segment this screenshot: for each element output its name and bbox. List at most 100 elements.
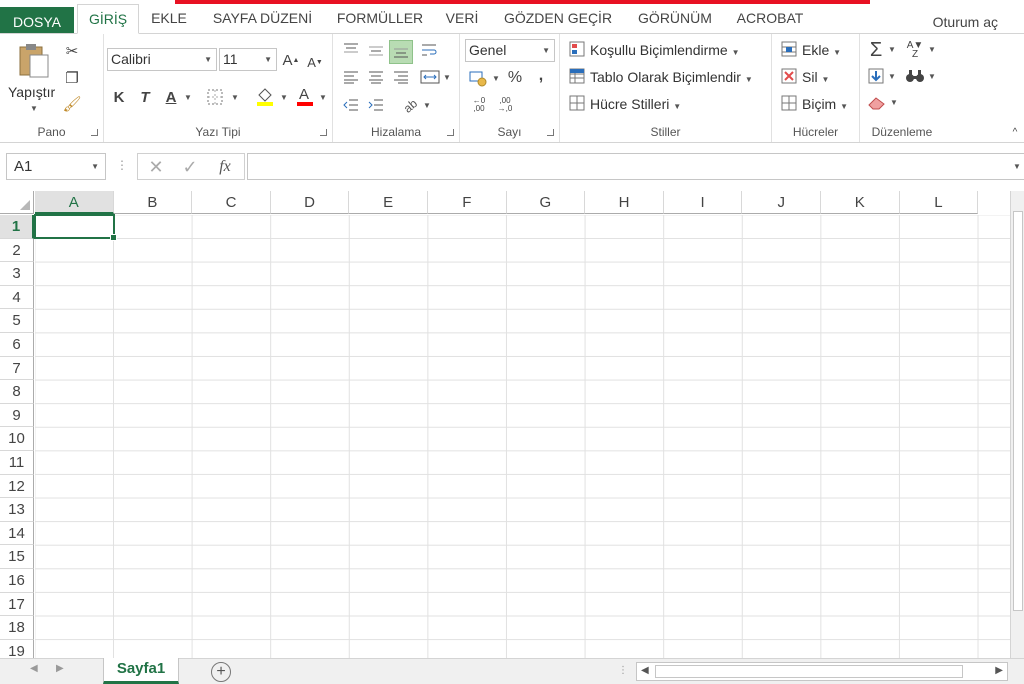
row-header-13[interactable]: 13 bbox=[0, 498, 34, 522]
font-color-dropdown-icon[interactable]: ▼ bbox=[319, 92, 327, 102]
font-color-icon[interactable]: A bbox=[294, 84, 316, 108]
column-header-l[interactable]: L bbox=[899, 191, 979, 214]
sheet-next-icon[interactable]: ▶ bbox=[56, 663, 64, 674]
active-cell-a1[interactable] bbox=[34, 214, 117, 241]
tab-gozden-gecir[interactable]: GÖZDEN GEÇİR bbox=[495, 4, 621, 33]
name-box[interactable]: A1 ▼ bbox=[6, 153, 106, 180]
column-header-g[interactable]: G bbox=[506, 191, 586, 214]
column-header-j[interactable]: J bbox=[742, 191, 821, 214]
insert-cells-button[interactable]: Ekle ▼ bbox=[802, 42, 841, 58]
column-header-h[interactable]: H bbox=[585, 191, 664, 214]
row-header-8[interactable]: 8 bbox=[0, 380, 34, 404]
add-sheet-icon[interactable]: + bbox=[211, 662, 231, 682]
fill-color-icon[interactable] bbox=[254, 84, 276, 108]
row-header-14[interactable]: 14 bbox=[0, 521, 34, 546]
row-header-17[interactable]: 17 bbox=[0, 592, 34, 617]
cell-styles-button[interactable]: Hücre Stilleri ▼ bbox=[590, 96, 681, 112]
row-header-5[interactable]: 5 bbox=[0, 309, 34, 333]
fill-color-dropdown-icon[interactable]: ▼ bbox=[280, 92, 288, 102]
underline-button[interactable]: A bbox=[162, 86, 180, 108]
tab-giris[interactable]: GİRİŞ bbox=[77, 4, 139, 34]
format-painter-icon[interactable]: 🖌 bbox=[62, 94, 82, 114]
increase-decimal-icon[interactable]: ←0,00 bbox=[468, 94, 490, 116]
find-select-dropdown-icon[interactable]: ▼ bbox=[928, 71, 936, 81]
font-launcher-icon[interactable] bbox=[320, 129, 327, 136]
accounting-dropdown-icon[interactable]: ▼ bbox=[492, 73, 500, 83]
row-header-7[interactable]: 7 bbox=[0, 356, 34, 381]
format-cells-icon[interactable] bbox=[780, 94, 798, 112]
percent-style-icon[interactable]: % bbox=[506, 68, 524, 88]
delete-cells-button[interactable]: Sil ▼ bbox=[802, 69, 829, 85]
format-table-button[interactable]: Tablo Olarak Biçimlendir ▼ bbox=[590, 69, 753, 85]
sign-in-link[interactable]: Oturum aç bbox=[933, 8, 998, 36]
autosum-dropdown-icon[interactable]: ▼ bbox=[888, 44, 896, 54]
autosum-icon[interactable]: Σ bbox=[866, 39, 886, 61]
column-header-e[interactable]: E bbox=[349, 191, 428, 214]
expand-formula-bar-icon[interactable]: ▼ bbox=[1012, 160, 1022, 172]
merge-center-icon[interactable] bbox=[419, 68, 441, 86]
tab-split-handle[interactable]: ⋮ bbox=[618, 665, 628, 676]
tab-ekle[interactable]: EKLE bbox=[140, 4, 198, 33]
sort-filter-icon[interactable]: A▼ Z bbox=[904, 39, 926, 61]
row-header-1[interactable]: 1 bbox=[0, 215, 34, 239]
tab-veri[interactable]: VERİ bbox=[437, 4, 487, 33]
column-header-k[interactable]: K bbox=[821, 191, 900, 214]
cell-area[interactable] bbox=[35, 215, 1010, 658]
row-header-11[interactable]: 11 bbox=[0, 451, 34, 475]
sheet-prev-icon[interactable]: ◀ bbox=[30, 663, 38, 674]
wrap-text-icon[interactable] bbox=[419, 40, 439, 60]
clear-dropdown-icon[interactable]: ▼ bbox=[890, 97, 898, 107]
align-right-icon[interactable] bbox=[391, 68, 411, 86]
collapse-ribbon-icon[interactable]: ^ bbox=[1008, 126, 1022, 138]
align-center-icon[interactable] bbox=[366, 68, 386, 86]
increase-indent-icon[interactable] bbox=[366, 96, 386, 114]
align-bottom-icon[interactable] bbox=[389, 40, 413, 64]
align-left-icon[interactable] bbox=[341, 68, 361, 86]
conditional-format-icon[interactable] bbox=[568, 40, 586, 58]
shrink-font-icon[interactable]: A ▼ bbox=[306, 52, 324, 72]
row-header-15[interactable]: 15 bbox=[0, 545, 34, 569]
merge-dropdown-icon[interactable]: ▼ bbox=[443, 72, 451, 82]
borders-dropdown-icon[interactable]: ▼ bbox=[231, 92, 239, 102]
formula-input[interactable] bbox=[247, 153, 1024, 180]
accounting-format-icon[interactable] bbox=[467, 68, 489, 88]
tab-acrobat[interactable]: ACROBAT bbox=[727, 4, 813, 33]
number-launcher-icon[interactable] bbox=[547, 129, 554, 136]
row-header-9[interactable]: 9 bbox=[0, 403, 34, 428]
clear-icon[interactable] bbox=[866, 92, 888, 112]
insert-cells-icon[interactable] bbox=[780, 40, 798, 58]
copy-icon[interactable]: ❐ bbox=[62, 68, 82, 88]
paste-icon[interactable] bbox=[14, 40, 54, 82]
enter-icon[interactable]: ✓ bbox=[180, 156, 200, 178]
scroll-left-icon[interactable]: ◀ bbox=[641, 665, 649, 676]
conditional-format-button[interactable]: Koşullu Biçimlendirme ▼ bbox=[590, 42, 740, 58]
decrease-indent-icon[interactable] bbox=[341, 96, 361, 114]
horizontal-scroll-thumb[interactable] bbox=[655, 665, 963, 678]
align-top-icon[interactable] bbox=[341, 40, 361, 58]
alignment-launcher-icon[interactable] bbox=[447, 129, 454, 136]
italic-button[interactable]: T bbox=[136, 86, 154, 108]
comma-style-icon[interactable]: , bbox=[534, 66, 548, 86]
paste-label[interactable]: Yapıştır bbox=[8, 84, 55, 100]
column-header-b[interactable]: B bbox=[113, 191, 193, 214]
horizontal-scrollbar[interactable]: ◀ ▶ bbox=[636, 662, 1008, 681]
orientation-dropdown-icon[interactable]: ▼ bbox=[423, 100, 431, 110]
format-table-icon[interactable] bbox=[568, 67, 586, 85]
row-header-10[interactable]: 10 bbox=[0, 427, 34, 451]
number-format-select[interactable]: Genel ▼ bbox=[465, 39, 555, 62]
underline-dropdown-icon[interactable]: ▼ bbox=[184, 92, 192, 102]
column-header-c[interactable]: C bbox=[192, 191, 271, 214]
tab-formuller[interactable]: FORMÜLLER bbox=[330, 4, 430, 33]
align-middle-icon[interactable] bbox=[366, 42, 386, 60]
insert-function-icon[interactable]: fx bbox=[214, 156, 236, 178]
cut-icon[interactable]: ✂ bbox=[62, 41, 82, 61]
fill-dropdown-icon[interactable]: ▼ bbox=[888, 71, 896, 81]
find-select-icon[interactable] bbox=[904, 66, 926, 86]
column-header-a[interactable]: A bbox=[35, 191, 114, 214]
row-header-2[interactable]: 2 bbox=[0, 238, 34, 263]
vertical-scroll-thumb[interactable] bbox=[1013, 211, 1023, 611]
tab-gorunum[interactable]: GÖRÜNÜM bbox=[627, 4, 723, 33]
pano-launcher-icon[interactable] bbox=[91, 129, 98, 136]
column-header-i[interactable]: I bbox=[663, 191, 743, 214]
column-header-d[interactable]: D bbox=[270, 191, 350, 214]
